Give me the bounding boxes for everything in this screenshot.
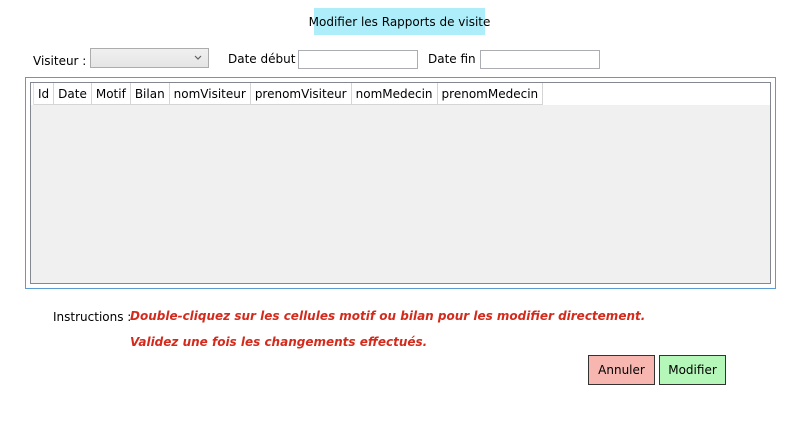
column-header-prenom-medecin[interactable]: prenomMedecin [437,83,544,105]
annuler-button[interactable]: Annuler [588,355,655,385]
chevron-down-icon [194,55,202,60]
page-title: Modifier les Rapports de visite [309,8,490,35]
column-header-date[interactable]: Date [54,83,92,105]
column-header-id[interactable]: Id [34,83,55,105]
date-debut-label: Date début : [228,52,304,66]
rapports-datagrid[interactable]: Id Date Motif Bilan nomVisiteur prenomVi… [25,77,776,289]
column-header-motif[interactable]: Motif [91,83,131,105]
date-fin-label: Date fin : [428,52,484,66]
column-header-bilan[interactable]: Bilan [130,83,170,105]
instructions-label: Instructions : [53,310,132,324]
datagrid-header: Id Date Motif Bilan nomVisiteur prenomVi… [31,83,770,105]
visiteur-combobox[interactable] [90,48,209,68]
date-debut-input[interactable] [298,50,418,69]
date-fin-input[interactable] [480,50,600,69]
modifier-button[interactable]: Modifier [659,355,726,385]
instructions-line-2: Validez une fois les changements effectu… [130,335,428,349]
datagrid-body[interactable]: Id Date Motif Bilan nomVisiteur prenomVi… [30,82,771,284]
column-header-nom-visiteur[interactable]: nomVisiteur [169,83,251,105]
visiteur-label: Visiteur : [33,54,87,68]
column-header-nom-medecin[interactable]: nomMedecin [351,83,438,105]
column-header-prenom-visiteur[interactable]: prenomVisiteur [250,83,352,105]
instructions-line-1: Double-cliquez sur les cellules motif ou… [130,309,646,323]
